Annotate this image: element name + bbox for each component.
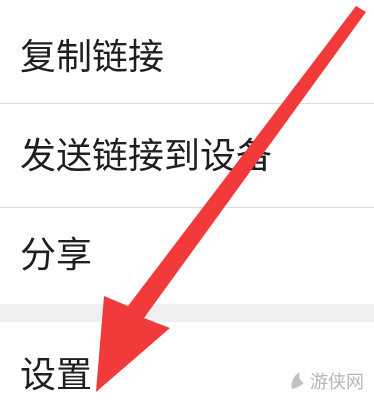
menu-item-label: 复制链接 bbox=[20, 37, 165, 78]
menu-item-label: 设置 bbox=[20, 355, 93, 396]
menu-item-send-link-to-device[interactable]: 发送链接到设备 bbox=[0, 104, 374, 207]
watermark: 游侠网 bbox=[288, 368, 364, 394]
context-menu: 复制链接 发送链接到设备 分享 设置 bbox=[0, 0, 374, 402]
watermark-text: 游侠网 bbox=[310, 372, 364, 393]
game-logo-icon bbox=[291, 372, 304, 389]
menu-item-label: 发送链接到设备 bbox=[20, 136, 273, 177]
menu-item-label: 分享 bbox=[20, 235, 93, 276]
section-separator bbox=[0, 304, 374, 322]
menu-item-share[interactable]: 分享 bbox=[0, 208, 374, 304]
menu-item-copy-link[interactable]: 复制链接 bbox=[0, 0, 374, 103]
